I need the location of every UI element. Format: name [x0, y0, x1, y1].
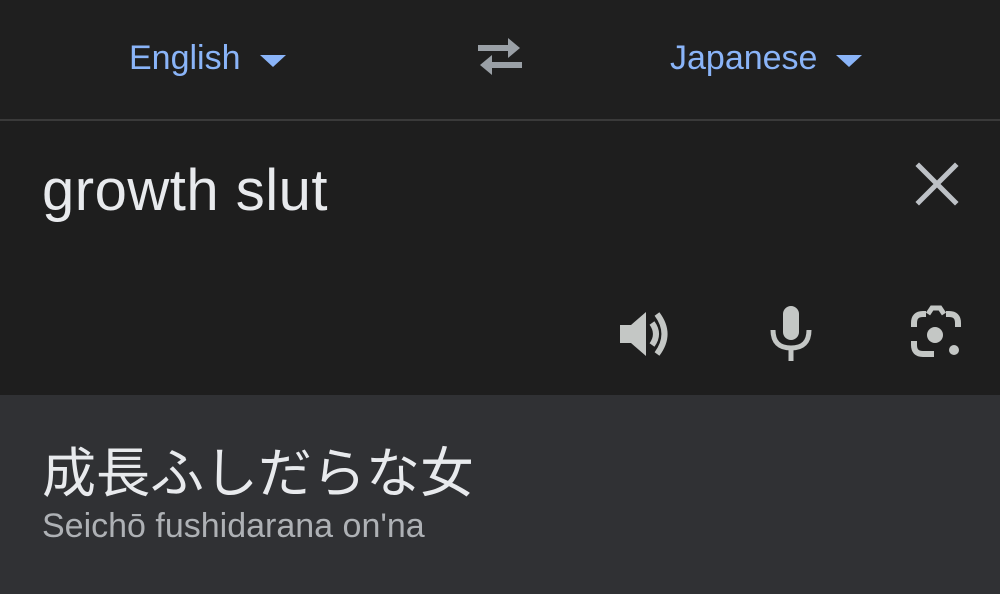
source-language-selector[interactable]: English: [129, 34, 286, 82]
source-language-label: English: [129, 38, 241, 77]
close-icon: [915, 162, 959, 206]
translated-text: 成長ふしだらな女: [42, 442, 474, 505]
voice-input-button[interactable]: [761, 304, 821, 364]
camera-translate-button[interactable]: [906, 304, 966, 364]
speaker-icon: [620, 312, 668, 356]
swap-arrows-icon: [478, 38, 522, 75]
caret-down-icon: [259, 55, 286, 67]
caret-down-icon: [836, 55, 863, 67]
swap-languages-button[interactable]: [472, 34, 528, 78]
source-text[interactable]: growth slut: [42, 157, 328, 224]
listen-button[interactable]: [614, 304, 674, 364]
translation-output-area: 成長ふしだらな女 Seichō fushidarana on'na: [0, 395, 1000, 594]
clear-input-button[interactable]: [912, 159, 962, 209]
camera-icon: [911, 305, 961, 357]
source-input-area[interactable]: growth slut: [0, 121, 1000, 395]
romanization-text: Seichō fushidarana on'na: [42, 507, 425, 545]
target-language-label: Japanese: [670, 38, 818, 77]
microphone-icon: [770, 306, 812, 361]
translate-app: English Japanese growth slut 成長ふしだらな女 Se…: [0, 0, 1000, 594]
target-language-selector[interactable]: Japanese: [670, 34, 863, 82]
language-bar: English Japanese: [0, 0, 1000, 121]
